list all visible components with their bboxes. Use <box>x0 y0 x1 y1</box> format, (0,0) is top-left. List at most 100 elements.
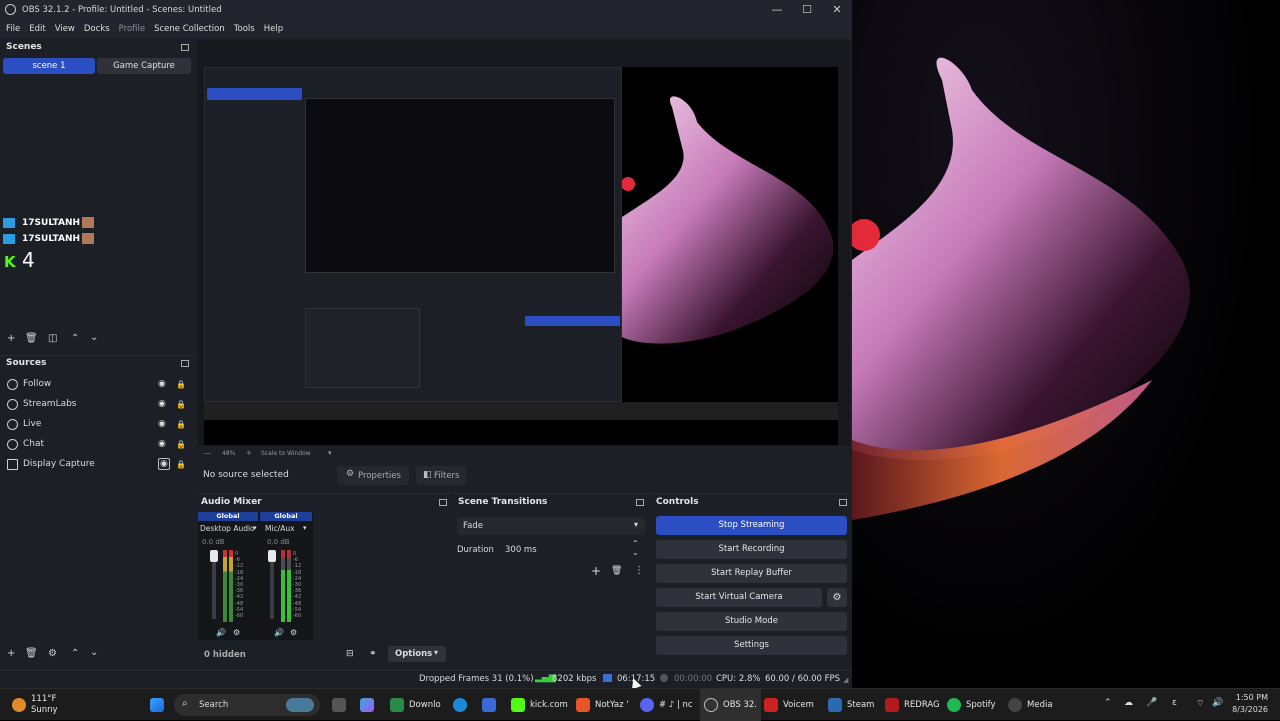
move-down-icon[interactable]: ⌄ <box>90 332 98 343</box>
add-transition-icon[interactable]: + <box>591 564 601 578</box>
lock-icon[interactable]: 🔒 <box>176 440 186 449</box>
zoom-out-icon[interactable]: — <box>204 449 211 457</box>
taskbar-app-voicemeeter[interactable]: Voicem <box>764 689 814 721</box>
source-item-display-capture[interactable]: Display Capture ◉ 🔒 <box>0 454 194 474</box>
mixer-settings-icon[interactable]: ⚙ <box>233 628 240 637</box>
chevron-down-icon[interactable]: ▾ <box>303 524 307 532</box>
speaker-icon[interactable]: 🔊 <box>274 628 284 637</box>
remove-source-icon[interactable]: 🗑 <box>25 648 38 659</box>
preview-area[interactable]: — 48% + Scale to Window ▾ <box>198 40 850 457</box>
menu-edit[interactable]: Edit <box>29 24 45 34</box>
eye-icon[interactable]: ◉ <box>158 379 166 389</box>
network-icon[interactable]: ☁ <box>1124 698 1133 708</box>
dock-float-icon[interactable] <box>439 499 447 506</box>
move-up-icon[interactable]: ⌃ <box>71 333 79 344</box>
start-replay-buffer-button[interactable]: Start Replay Buffer <box>656 564 847 583</box>
add-scene-icon[interactable]: + <box>7 333 15 344</box>
microphone-icon[interactable]: 🎤 <box>1146 698 1157 708</box>
speaker-icon[interactable]: 🔊 <box>216 628 226 637</box>
source-settings-icon[interactable]: ⚙ <box>48 648 57 659</box>
stepper-up-icon[interactable]: ⌃ <box>632 539 639 548</box>
source-item-live[interactable]: Live ◉ 🔒 <box>0 414 194 434</box>
taskbar-app-obs[interactable]: OBS 32. <box>700 689 761 721</box>
taskbar-app-discord[interactable]: # ♪ | nc <box>640 689 693 721</box>
start-virtual-camera-button[interactable]: Start Virtual Camera <box>656 588 822 607</box>
move-up-icon[interactable]: ⌃ <box>71 648 79 659</box>
lock-icon[interactable]: 🔒 <box>176 420 186 429</box>
channel-name[interactable]: Desktop Audio <box>200 524 255 533</box>
menu-tools[interactable]: Tools <box>234 24 255 34</box>
dock-float-icon[interactable] <box>181 44 189 51</box>
menu-docks[interactable]: Docks <box>84 24 110 34</box>
close-button[interactable]: ✕ <box>830 3 844 16</box>
eye-icon[interactable]: ◉ <box>158 458 170 470</box>
task-view-button[interactable] <box>332 689 351 721</box>
source-item-chat[interactable]: Chat ◉ 🔒 <box>0 434 194 454</box>
eye-icon[interactable]: ◉ <box>158 419 166 429</box>
taskbar-app-brave[interactable]: NotYaz ' <box>576 689 629 721</box>
start-recording-button[interactable]: Start Recording <box>656 540 847 559</box>
taskbar-app-spotify[interactable]: Spotify <box>947 689 996 721</box>
language-icon[interactable]: ε <box>1172 698 1177 708</box>
volume-slider-track[interactable] <box>212 552 216 619</box>
stepper-down-icon[interactable]: ⌄ <box>632 548 639 557</box>
settings-button[interactable]: Settings <box>656 636 847 655</box>
chevron-down-icon[interactable]: ▾ <box>253 524 257 532</box>
volume-slider-track[interactable] <box>270 552 274 619</box>
minimize-button[interactable]: — <box>770 3 784 16</box>
stop-streaming-button[interactable]: Stop Streaming <box>656 516 847 535</box>
edge-button[interactable] <box>453 689 472 721</box>
source-item-streamlabs[interactable]: StreamLabs ◉ 🔒 <box>0 394 194 414</box>
scene-item-scene-1[interactable]: scene 1 <box>3 58 95 74</box>
properties-button[interactable]: ⚙ Properties <box>337 466 409 485</box>
studio-mode-button[interactable]: Studio Mode <box>656 612 847 631</box>
lock-icon[interactable]: 🔒 <box>176 460 186 469</box>
menu-file[interactable]: File <box>6 24 20 34</box>
menu-scene-collection[interactable]: Scene Collection <box>154 24 225 34</box>
scene-filters-icon[interactable]: ◫ <box>48 333 57 344</box>
options-button[interactable]: Options ▾ <box>388 646 446 662</box>
taskbar-app-media[interactable]: Media <box>1008 689 1053 721</box>
volume-icon[interactable]: 🔊 <box>1212 698 1223 708</box>
scale-mode[interactable]: Scale to Window <box>261 450 311 457</box>
scene-item-game-capture[interactable]: Game Capture <box>97 58 191 74</box>
weather-widget[interactable]: 111°F Sunny <box>12 689 58 721</box>
channel-name[interactable]: Mic/Aux <box>265 524 295 533</box>
source-item-follow[interactable]: Follow ◉ 🔒 <box>0 374 194 394</box>
eye-icon[interactable]: ◉ <box>158 399 166 409</box>
lock-icon[interactable]: 🔒 <box>176 380 186 389</box>
taskbar-app-downloads[interactable]: Downlo <box>390 689 441 721</box>
wifi-icon[interactable]: ⌔ <box>1196 698 1204 709</box>
volume-slider-handle[interactable] <box>210 550 218 562</box>
taskbar-app-steam[interactable]: Steam <box>828 689 874 721</box>
zoom-in-icon[interactable]: + <box>246 449 252 457</box>
virtual-camera-settings-icon[interactable]: ⚙ <box>827 588 847 607</box>
menu-view[interactable]: View <box>55 24 75 34</box>
duration-input[interactable]: 300 ms ⌃ ⌄ <box>499 539 645 559</box>
transition-select[interactable]: Fade ▾ <box>457 517 645 535</box>
link-icon[interactable]: ⚭ <box>369 649 377 659</box>
taskbar-app-kick[interactable]: kick.com <box>511 689 568 721</box>
store-button[interactable] <box>482 689 501 721</box>
add-source-icon[interactable]: + <box>7 648 15 659</box>
move-down-icon[interactable]: ⌄ <box>90 647 98 658</box>
dock-float-icon[interactable] <box>181 360 189 367</box>
dock-float-icon[interactable] <box>839 499 847 506</box>
maximize-button[interactable]: ☐ <box>800 3 814 16</box>
resize-grip-icon[interactable]: ◢ <box>843 676 848 684</box>
dock-float-icon[interactable] <box>636 499 644 506</box>
search-box[interactable]: ⌕ Search <box>174 694 320 716</box>
remove-transition-icon[interactable]: 🗑 <box>611 566 622 576</box>
more-options-icon[interactable]: ⋮ <box>634 565 644 576</box>
lock-icon[interactable]: 🔒 <box>176 400 186 409</box>
tray-overflow-icon[interactable]: ⌃ <box>1104 698 1112 708</box>
copilot-button[interactable] <box>360 689 379 721</box>
eye-icon[interactable]: ◉ <box>158 439 166 449</box>
clock[interactable]: 1:50 PM 8/3/2026 <box>1230 692 1268 716</box>
layout-icon[interactable]: ⊟ <box>346 649 354 659</box>
chevron-down-icon[interactable]: ▾ <box>328 449 332 457</box>
mixer-settings-icon[interactable]: ⚙ <box>290 628 297 637</box>
volume-slider-handle[interactable] <box>268 550 276 562</box>
filters-button[interactable]: ◧ Filters <box>416 466 466 485</box>
menu-profile[interactable]: Profile <box>119 24 145 34</box>
